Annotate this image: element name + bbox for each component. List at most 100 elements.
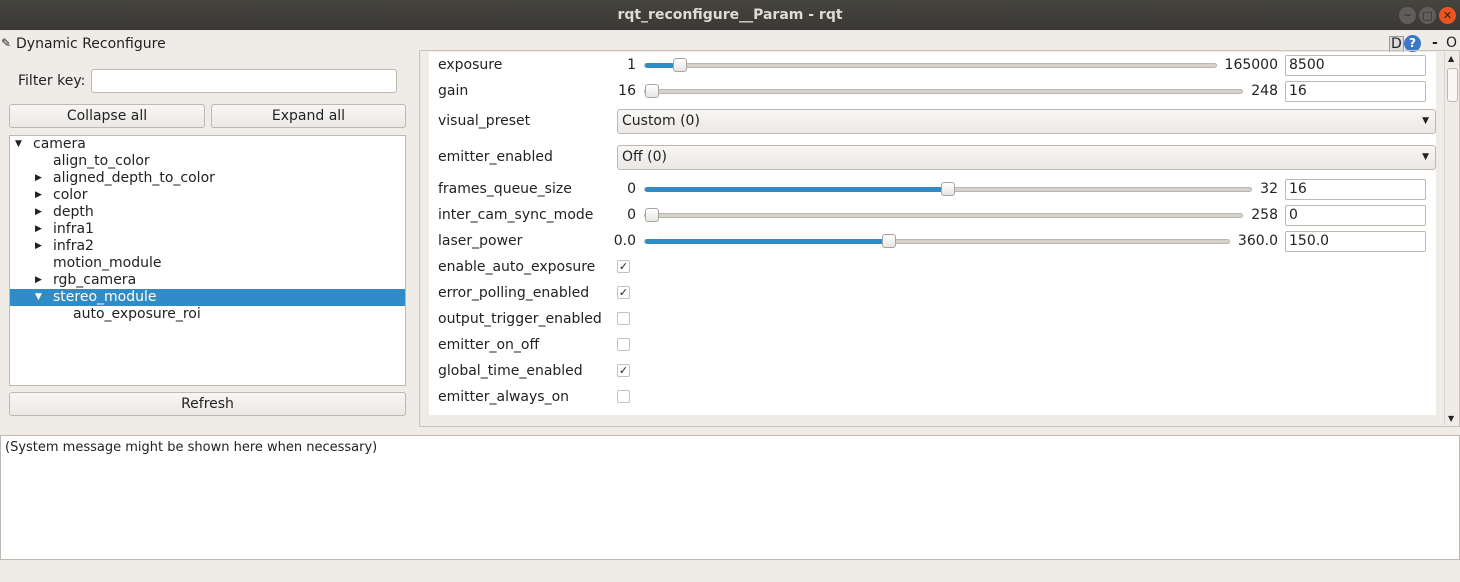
scrollbar-thumb[interactable] xyxy=(1447,68,1458,102)
slider-track[interactable] xyxy=(644,181,1253,196)
param-name: inter_cam_sync_mode xyxy=(438,207,594,223)
tree-item-label: stereo_module xyxy=(53,289,157,305)
hide-button[interactable]: - xyxy=(1432,35,1438,51)
slider-min: 0 xyxy=(627,181,636,197)
expanded-arrow-icon[interactable]: ▼ xyxy=(15,136,22,153)
slider-track[interactable] xyxy=(644,207,1244,222)
param-emitter_enabled: emitter_enabled Off (0) ▼ xyxy=(438,144,1436,170)
param-name: emitter_always_on xyxy=(438,389,570,405)
param-gain: gain 16 248 16 xyxy=(438,79,1426,103)
tree-item-label: aligned_depth_to_color xyxy=(53,170,215,186)
param-name: visual_preset xyxy=(438,113,531,129)
scroll-up-icon[interactable]: ▲ xyxy=(1448,54,1454,63)
node-tree[interactable]: ▼ camera align_to_color ▶ aligned_depth_to_c… xyxy=(9,135,406,386)
collapsed-arrow-icon[interactable]: ▶ xyxy=(35,221,42,238)
close-plugin-button[interactable]: O xyxy=(1446,35,1457,51)
slider-max: 258 xyxy=(1251,207,1278,223)
collapsed-arrow-icon[interactable]: ▶ xyxy=(35,187,42,204)
tree-item[interactable]: auto_exposure_roi xyxy=(10,306,405,323)
slider-max: 165000 xyxy=(1224,57,1278,73)
tree-item[interactable]: ▶ aligned_depth_to_color xyxy=(10,170,405,187)
tree-item[interactable]: ▶ depth xyxy=(10,204,405,221)
tree-item-label: auto_exposure_roi xyxy=(73,306,201,322)
filter-label: Filter key: xyxy=(18,73,86,89)
param-checkbox[interactable] xyxy=(617,390,630,403)
value-input[interactable]: 16 xyxy=(1285,80,1426,102)
param-name: frames_queue_size xyxy=(438,181,572,197)
collapsed-arrow-icon[interactable]: ▶ xyxy=(35,238,42,255)
slider-handle[interactable] xyxy=(941,181,956,196)
params-panel: exposure 1 165000 8500 gain 16 248 16 visual_pre… xyxy=(429,52,1436,415)
status-message: (System message might be shown here when… xyxy=(5,440,378,455)
slider-handle[interactable] xyxy=(882,233,897,248)
filter-input[interactable] xyxy=(91,69,397,93)
slider-track[interactable] xyxy=(644,57,1217,72)
param-name: global_time_enabled xyxy=(438,363,583,379)
tree-item[interactable]: ▶ infra1 xyxy=(10,221,405,238)
tree-item[interactable]: ▶ infra2 xyxy=(10,238,405,255)
param-name: laser_power xyxy=(438,233,523,249)
value-input[interactable]: 16 xyxy=(1285,178,1426,200)
refresh-button[interactable]: Refresh xyxy=(9,392,406,416)
value-input[interactable]: 150.0 xyxy=(1285,230,1426,252)
param-inter_cam_sync_mode: inter_cam_sync_mode 0 258 0 xyxy=(438,203,1426,227)
param-emitter_on_off: emitter_on_off xyxy=(438,333,1426,357)
collapsed-arrow-icon[interactable]: ▶ xyxy=(35,272,42,289)
slider-min: 0 xyxy=(627,207,636,223)
collapse-all-button[interactable]: Collapse all xyxy=(9,104,205,128)
scroll-down-icon[interactable]: ▼ xyxy=(1448,414,1454,423)
expanded-arrow-icon[interactable]: ▼ xyxy=(35,289,42,306)
plugin-title: Dynamic Reconfigure xyxy=(16,36,166,52)
slider-handle[interactable] xyxy=(645,83,659,98)
slider-fill xyxy=(645,238,889,244)
tree-item[interactable]: align_to_color xyxy=(10,153,405,170)
collapsed-arrow-icon[interactable]: ▶ xyxy=(35,170,42,187)
param-checkbox[interactable]: ✓ xyxy=(617,260,630,273)
slider-min: 16 xyxy=(618,83,636,99)
tree-item[interactable]: ▼ camera xyxy=(10,136,405,153)
tree-item-label: depth xyxy=(53,204,94,220)
param-name: enable_auto_exposure xyxy=(438,259,596,275)
value-input[interactable]: 8500 xyxy=(1285,54,1426,76)
param-frames_queue_size: frames_queue_size 0 32 16 xyxy=(438,177,1426,201)
param-combo[interactable]: Off (0) ▼ xyxy=(617,144,1436,170)
minimize-button[interactable]: ─ xyxy=(1399,7,1416,24)
slider-track[interactable] xyxy=(644,233,1230,248)
slider-fill xyxy=(645,62,675,68)
tree-item[interactable]: ▶ rgb_camera xyxy=(10,272,405,289)
expand-all-button[interactable]: Expand all xyxy=(211,104,406,128)
slider-track[interactable] xyxy=(644,83,1244,98)
close-button[interactable]: ✕ xyxy=(1439,7,1456,24)
slider-max: 32 xyxy=(1260,181,1278,197)
tree-item-label: infra2 xyxy=(53,238,94,254)
tree-item[interactable]: ▶ color xyxy=(10,187,405,204)
plugin-icon: ✎ xyxy=(1,36,12,50)
maximize-button[interactable]: □ xyxy=(1419,7,1436,24)
tree-item[interactable]: motion_module xyxy=(10,255,405,272)
combo-value: Off (0) xyxy=(622,148,667,165)
param-checkbox[interactable] xyxy=(617,338,630,351)
slider-fill xyxy=(645,186,949,192)
param-output_trigger_enabled: output_trigger_enabled xyxy=(438,307,1426,331)
param-checkbox[interactable]: ✓ xyxy=(617,286,630,299)
tree-item-label: align_to_color xyxy=(53,153,150,169)
param-checkbox[interactable] xyxy=(617,312,630,325)
param-emitter_always_on: emitter_always_on xyxy=(438,385,1426,409)
tree-item[interactable]: ▼ stereo_module xyxy=(10,289,405,306)
param-checkbox[interactable]: ✓ xyxy=(617,364,630,377)
param-name: emitter_enabled xyxy=(438,149,553,165)
param-visual_preset: visual_preset Custom (0) ▼ xyxy=(438,108,1436,134)
collapsed-arrow-icon[interactable]: ▶ xyxy=(35,204,42,221)
vertical-scrollbar[interactable]: ▲ ▼ xyxy=(1444,52,1459,425)
dropdown-arrow-icon: ▼ xyxy=(1422,151,1429,162)
param-laser_power: laser_power 0.0 360.0 150.0 xyxy=(438,229,1426,253)
param-combo[interactable]: Custom (0) ▼ xyxy=(617,108,1436,134)
slider-handle[interactable] xyxy=(673,57,688,72)
slider-min: 0.0 xyxy=(613,233,636,249)
tree-item-label: motion_module xyxy=(53,255,162,271)
tree-item-label: infra1 xyxy=(53,221,94,237)
slider-max: 248 xyxy=(1251,83,1278,99)
slider-handle[interactable] xyxy=(645,207,659,222)
param-name: output_trigger_enabled xyxy=(438,311,602,327)
value-input[interactable]: 0 xyxy=(1285,204,1426,226)
